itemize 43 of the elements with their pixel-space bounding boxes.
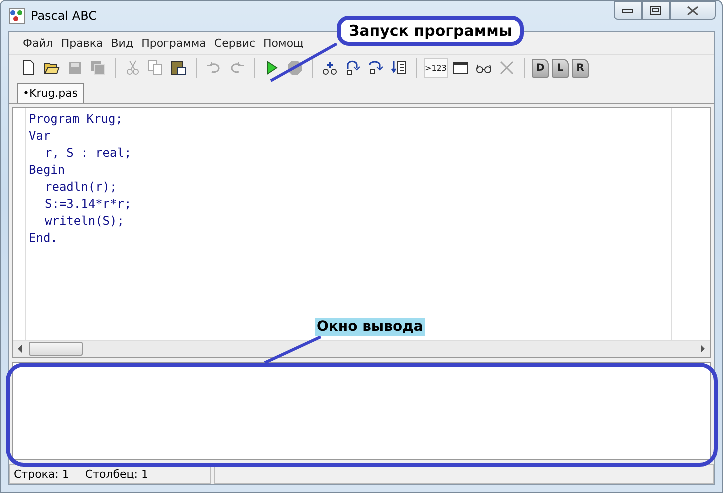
menu-item[interactable]: Вид <box>107 36 138 50</box>
minimize-icon[interactable] <box>622 6 634 14</box>
menu-item[interactable]: Программа <box>138 36 210 50</box>
maximize-button[interactable] <box>642 1 670 20</box>
window-icon[interactable] <box>453 60 469 76</box>
close-icon[interactable] <box>687 6 699 16</box>
callout-label: Запуск программы <box>337 16 524 46</box>
output-format-button[interactable]: >123 <box>424 58 448 78</box>
abc-logo-icon <box>9 8 25 24</box>
menu-item[interactable]: Помощ <box>260 36 308 50</box>
code-line: Begin <box>29 163 66 177</box>
code-line: Var <box>29 129 51 143</box>
new-file-icon[interactable] <box>21 60 37 76</box>
step-into-icon[interactable] <box>368 60 384 76</box>
column-status: Столбец: 1 <box>85 468 148 480</box>
page-button[interactable]: D <box>532 58 549 78</box>
menu-item[interactable]: Файл <box>19 36 58 50</box>
line-status: Строка: 1 <box>14 468 70 480</box>
code-line: r, S : real; <box>45 146 132 160</box>
leader-line <box>263 336 323 364</box>
menu-item[interactable]: Правка <box>57 36 108 50</box>
page-button[interactable]: L <box>552 58 569 78</box>
code-line: writeln(S); <box>45 214 124 228</box>
file-tab[interactable]: •Krug.pas <box>17 83 84 103</box>
glasses-plus-icon[interactable] <box>322 60 338 76</box>
window-title: Pascal ABC <box>31 9 98 23</box>
scroll-thumb[interactable] <box>29 342 83 356</box>
run-to-line-icon[interactable] <box>391 60 407 76</box>
code-line: End. <box>29 231 58 245</box>
page-button[interactable]: R <box>572 58 589 78</box>
code-line: readln(r); <box>45 180 118 194</box>
code-line: S:=3.14*r*r; <box>45 197 132 211</box>
code-line: Program Krug; <box>29 112 123 126</box>
menu-item[interactable]: Сервис <box>210 36 260 50</box>
scroll-right-icon[interactable] <box>700 345 706 353</box>
scroll-left-icon[interactable] <box>17 345 23 353</box>
callout-label: Окно вывода <box>315 318 426 336</box>
clipboard-icon[interactable] <box>171 60 187 76</box>
minimize-button[interactable] <box>614 1 642 20</box>
close-button[interactable] <box>670 1 716 20</box>
step-over-icon[interactable] <box>345 60 361 76</box>
maximize-icon[interactable] <box>650 6 662 16</box>
horizontal-scrollbar[interactable] <box>13 340 710 357</box>
